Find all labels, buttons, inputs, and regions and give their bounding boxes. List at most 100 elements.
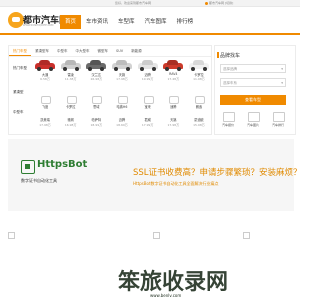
ranking-link[interactable]: 汽车排行 xyxy=(269,112,287,130)
tab-large[interactable]: 中大型车 xyxy=(72,46,94,56)
midsize-car-price: 17.98万 xyxy=(167,123,180,127)
car-thumb-icon xyxy=(143,96,154,104)
wheel-shape xyxy=(139,67,144,71)
car-card[interactable]: RAV4 17.48万 xyxy=(162,59,184,83)
car-cab-shape xyxy=(90,60,102,65)
compact-car-row: 飞度 卡罗拉 思域 哈弗H6 宝来 速腾 朗逸 xyxy=(34,96,210,110)
tab-ev[interactable]: 新能源 xyxy=(127,46,146,56)
compact-car-item[interactable]: 卡罗拉 xyxy=(60,96,82,110)
midsize-car-item[interactable]: 帕萨特 18.99万 xyxy=(85,114,107,132)
broken-image-icon[interactable] xyxy=(243,232,250,239)
midsize-car-item[interactable]: 迈腾 18.69万 xyxy=(111,114,133,132)
price-link[interactable]: 汽车报价 xyxy=(219,112,237,130)
tab-suv[interactable]: SUV xyxy=(112,46,127,56)
tab-midsize[interactable]: 中型车 xyxy=(53,46,72,56)
site-logo[interactable]: 都市汽车网 WWW.DUSHIQICHE.COM xyxy=(8,9,68,31)
midsize-car-name: 天籁 xyxy=(170,118,177,122)
brand-select-value: 选择品牌 xyxy=(223,67,237,71)
city-switch-link[interactable]: 都市汽车网 [切换] xyxy=(205,0,233,6)
tab-compact[interactable]: 紧凑型车 xyxy=(31,46,53,56)
broken-image-icon[interactable] xyxy=(153,232,160,239)
nav-item-ranking[interactable]: 排行榜 xyxy=(172,15,199,29)
midsize-car-item[interactable]: 君威 17.99万 xyxy=(137,114,159,132)
tab-hot[interactable]: 热门车型 xyxy=(9,46,31,56)
midsize-car-name: 帕萨特 xyxy=(91,118,102,122)
car-cab-shape xyxy=(115,60,127,65)
row-label-hot: 热门车型 xyxy=(13,66,27,70)
watermark-url: www.benlv.com xyxy=(150,293,182,298)
compact-car-item[interactable]: 速腾 xyxy=(162,96,184,110)
car-thumb-icon xyxy=(194,96,205,104)
chevron-down-icon: ▾ xyxy=(281,81,283,85)
wheel-shape xyxy=(62,67,67,71)
photos-link[interactable]: 汽车图片 xyxy=(244,112,262,130)
wheel-shape xyxy=(113,67,118,71)
nav-item-gallery[interactable]: 汽车图库 xyxy=(140,15,172,29)
row-label-midsize: 中型车 xyxy=(13,110,24,114)
price-tag-icon xyxy=(223,112,235,122)
nav-item-models[interactable]: 车型库 xyxy=(113,15,140,29)
car-price: 19.99万 xyxy=(141,77,154,81)
nav-item-home[interactable]: 首页 xyxy=(60,15,82,29)
car-cab-shape xyxy=(39,60,50,65)
series-select[interactable]: 选择车系 ▾ xyxy=(220,78,286,87)
broken-image-icon[interactable] xyxy=(8,232,15,239)
midsize-car-item[interactable]: 蒙迪欧 15.98万 xyxy=(188,114,210,132)
compact-car-item[interactable]: 思域 xyxy=(85,96,107,110)
wheel-shape xyxy=(125,67,130,71)
view-models-button[interactable]: 查看车型 xyxy=(220,95,286,105)
watermark: 笨旅收录网 www.benlv.com xyxy=(0,262,300,300)
ad-subline: HttpsBot数字证书自动化工具全面解决行业痛点 xyxy=(133,181,219,186)
midsize-car-price: 17.99万 xyxy=(141,123,154,127)
car-card[interactable]: 大通 6.58万 xyxy=(34,59,56,83)
row-label-compact: 紧凑型 xyxy=(13,90,24,94)
wheel-shape xyxy=(165,67,170,71)
broken-image-row xyxy=(8,232,294,240)
city-switch-label: 都市汽车网 [切换] xyxy=(209,1,234,5)
compact-car-name: 卡罗拉 xyxy=(65,105,76,109)
wheel-shape xyxy=(74,67,79,71)
car-image xyxy=(163,60,184,71)
main-nav: 首页 车市资讯 车型库 汽车图库 排行榜 xyxy=(60,15,198,29)
wheel-shape xyxy=(202,67,207,71)
compact-car-name: 飞度 xyxy=(41,105,49,109)
compact-car-name: 思域 xyxy=(93,105,100,109)
midsize-car-name: 雅阁 xyxy=(67,118,74,122)
car-price: 11.98万 xyxy=(193,77,205,81)
httpsbot-logo: HttpsBot xyxy=(21,158,89,176)
compact-car-item[interactable]: 飞度 xyxy=(34,96,56,110)
photos-link-label: 汽车图片 xyxy=(246,123,259,127)
car-card[interactable]: 迈腾 19.99万 xyxy=(137,59,159,83)
car-price: 26.98万 xyxy=(90,77,103,81)
car-card[interactable]: 汉兰达 26.98万 xyxy=(85,59,107,83)
car-card[interactable]: 卡罗拉 11.98万 xyxy=(188,59,210,83)
photo-icon xyxy=(248,112,260,122)
compact-car-name: 朗逸 xyxy=(195,105,203,109)
wheel-shape xyxy=(100,67,105,71)
compact-car-item[interactable]: 宝来 xyxy=(137,96,159,110)
car-card[interactable]: 雷凌 11.38万 xyxy=(60,59,82,83)
httpsbot-banner-ad[interactable]: HttpsBot 数字证书自动化工具 SSL证书收费高？申请步骤繁琐？安装麻烦？… xyxy=(8,139,302,211)
tab-mini[interactable]: 微型车 xyxy=(94,46,113,56)
wheel-shape xyxy=(190,67,195,71)
top-info-bar: 您好，欢迎来到都市汽车网 都市汽车网 [切换] xyxy=(0,0,300,7)
car-image xyxy=(86,60,107,71)
car-thumb-icon xyxy=(92,96,103,104)
car-image xyxy=(188,60,209,71)
car-thumb-icon xyxy=(66,96,77,104)
car-card[interactable]: 天籁 17.98万 xyxy=(111,59,133,83)
brand-select[interactable]: 选择品牌 ▾ xyxy=(220,64,286,73)
midsize-car-item[interactable]: 天籁 17.98万 xyxy=(162,114,184,132)
ad-slogan: 数字证书自动化工具 xyxy=(21,178,57,183)
midsize-car-item[interactable]: 凯美瑞 17.98万 xyxy=(34,114,56,132)
wheel-shape xyxy=(151,67,156,71)
midsize-car-name: 凯美瑞 xyxy=(40,118,50,122)
car-price: 17.48万 xyxy=(167,77,180,81)
nav-item-news[interactable]: 车市资讯 xyxy=(81,15,113,29)
compact-car-name: 宝来 xyxy=(144,105,151,109)
midsize-car-price: 17.98万 xyxy=(39,123,51,127)
midsize-car-item[interactable]: 雅阁 16.98万 xyxy=(60,114,82,132)
compact-car-item[interactable]: 朗逸 xyxy=(188,96,210,110)
compact-car-item[interactable]: 哈弗H6 xyxy=(111,96,133,110)
compact-car-name: 速腾 xyxy=(170,105,177,109)
